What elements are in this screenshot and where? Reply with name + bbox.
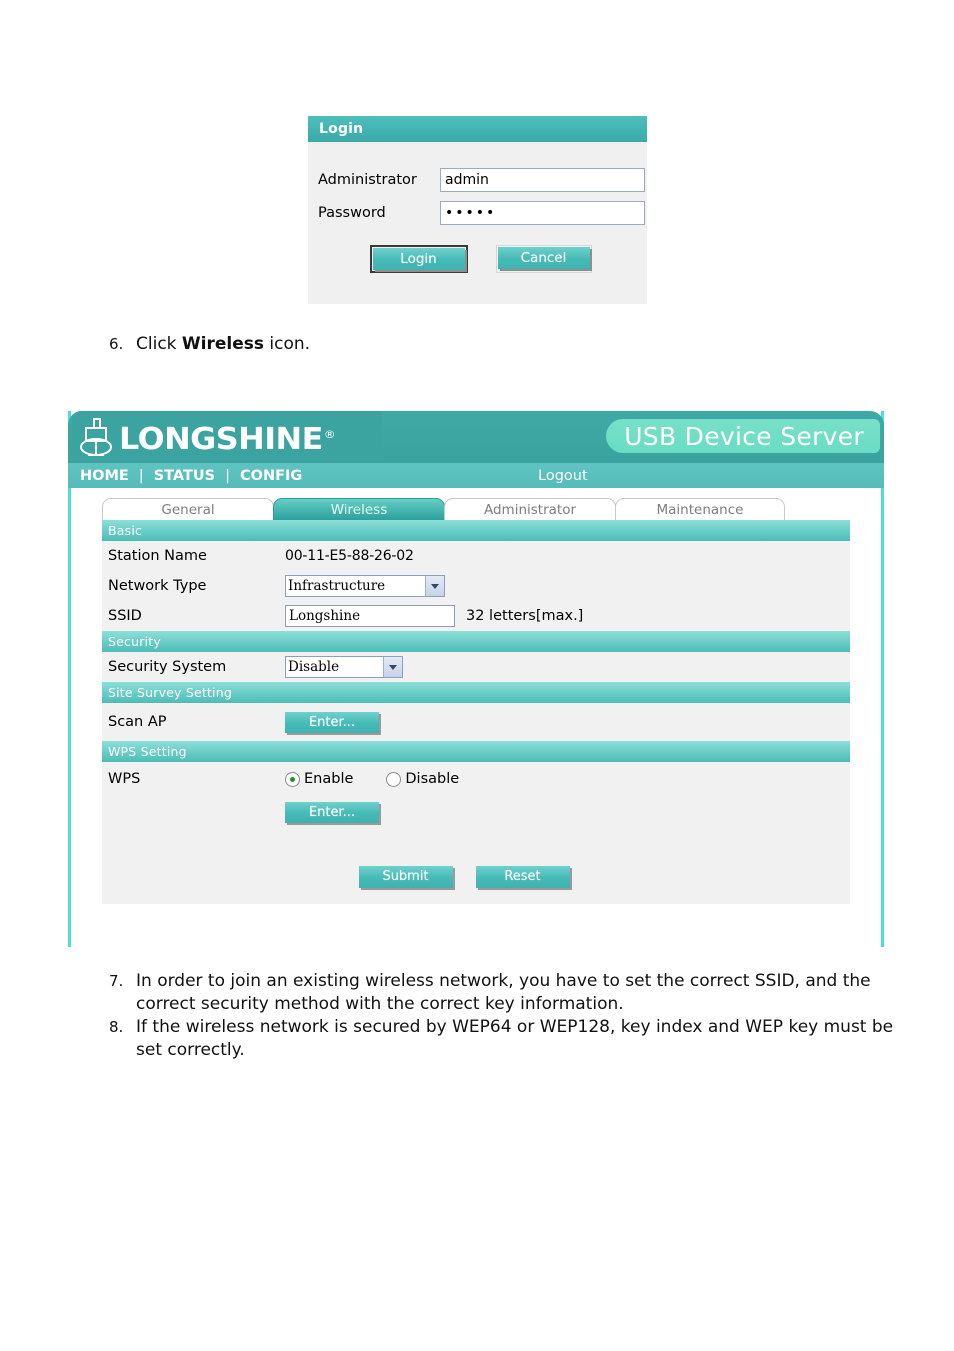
step-7: 7. In order to join an existing wireless…: [100, 970, 900, 1016]
administrator-row: Administrator: [308, 168, 647, 192]
security-system-select-wrap: Disable: [285, 656, 403, 678]
password-label: Password: [318, 205, 386, 221]
login-dialog-buttons: Login Cancel: [308, 245, 647, 273]
product-badge: USB Device Server: [606, 419, 880, 453]
step-6-pre: Click: [136, 334, 182, 354]
security-system-select[interactable]: Disable: [285, 656, 403, 678]
step-6-post: icon.: [264, 334, 311, 354]
login-dialog-title: Login: [319, 121, 364, 137]
nav-status[interactable]: STATUS: [152, 468, 217, 484]
nav-config[interactable]: CONFIG: [238, 468, 304, 484]
login-dialog-body: Administrator Password Login Cancel: [308, 142, 647, 273]
network-type-select-wrap: Infrastructure: [285, 575, 445, 597]
brand-name: LONGSHINE®: [119, 420, 335, 455]
step-6: 6. Click Wireless icon.: [100, 333, 520, 356]
step-7-number: 7.: [109, 972, 124, 990]
administrator-input[interactable]: [440, 168, 645, 192]
login-dialog: Login Administrator Password Login Cance…: [308, 116, 647, 304]
cancel-button[interactable]: Cancel: [497, 247, 590, 269]
step-7-text: In order to join an existing wireless ne…: [136, 971, 871, 1014]
longshine-logo-icon: [80, 418, 112, 456]
step-6-text: Click Wireless icon.: [136, 333, 520, 356]
login-button-focus-ring: Login: [369, 245, 468, 273]
step-6-number: 6.: [109, 335, 124, 353]
password-row: Password: [308, 201, 647, 225]
nav-separator-1: |: [138, 467, 144, 484]
step-8-number: 8.: [109, 1018, 124, 1036]
network-type-select[interactable]: Infrastructure: [285, 575, 445, 597]
router-navbar: HOME | STATUS | CONFIG Logout: [68, 463, 884, 488]
nav-home[interactable]: HOME: [78, 468, 131, 484]
login-button[interactable]: Login: [372, 248, 465, 270]
router-header: LONGSHINE® USB Device Server: [68, 411, 884, 463]
administrator-label: Administrator: [318, 172, 417, 188]
cancel-button-bevel: Cancel: [495, 245, 592, 273]
router-frame-border: [68, 411, 884, 947]
login-dialog-titlebar: Login: [308, 116, 647, 142]
brand-name-text: LONGSHINE: [119, 421, 323, 457]
nav-separator-2: |: [225, 467, 230, 484]
step-8: 8. If the wireless network is secured by…: [100, 1016, 900, 1062]
password-input[interactable]: [440, 201, 645, 225]
step-6-bold: Wireless: [181, 334, 265, 354]
router-web-ui: LONGSHINE® USB Device Server HOME | STAT…: [68, 411, 884, 947]
nav-logout[interactable]: Logout: [538, 468, 588, 484]
step-8-text: If the wireless network is secured by WE…: [136, 1017, 894, 1060]
brand-logo: LONGSHINE®: [72, 411, 382, 463]
registered-trademark-icon: ®: [323, 427, 336, 441]
